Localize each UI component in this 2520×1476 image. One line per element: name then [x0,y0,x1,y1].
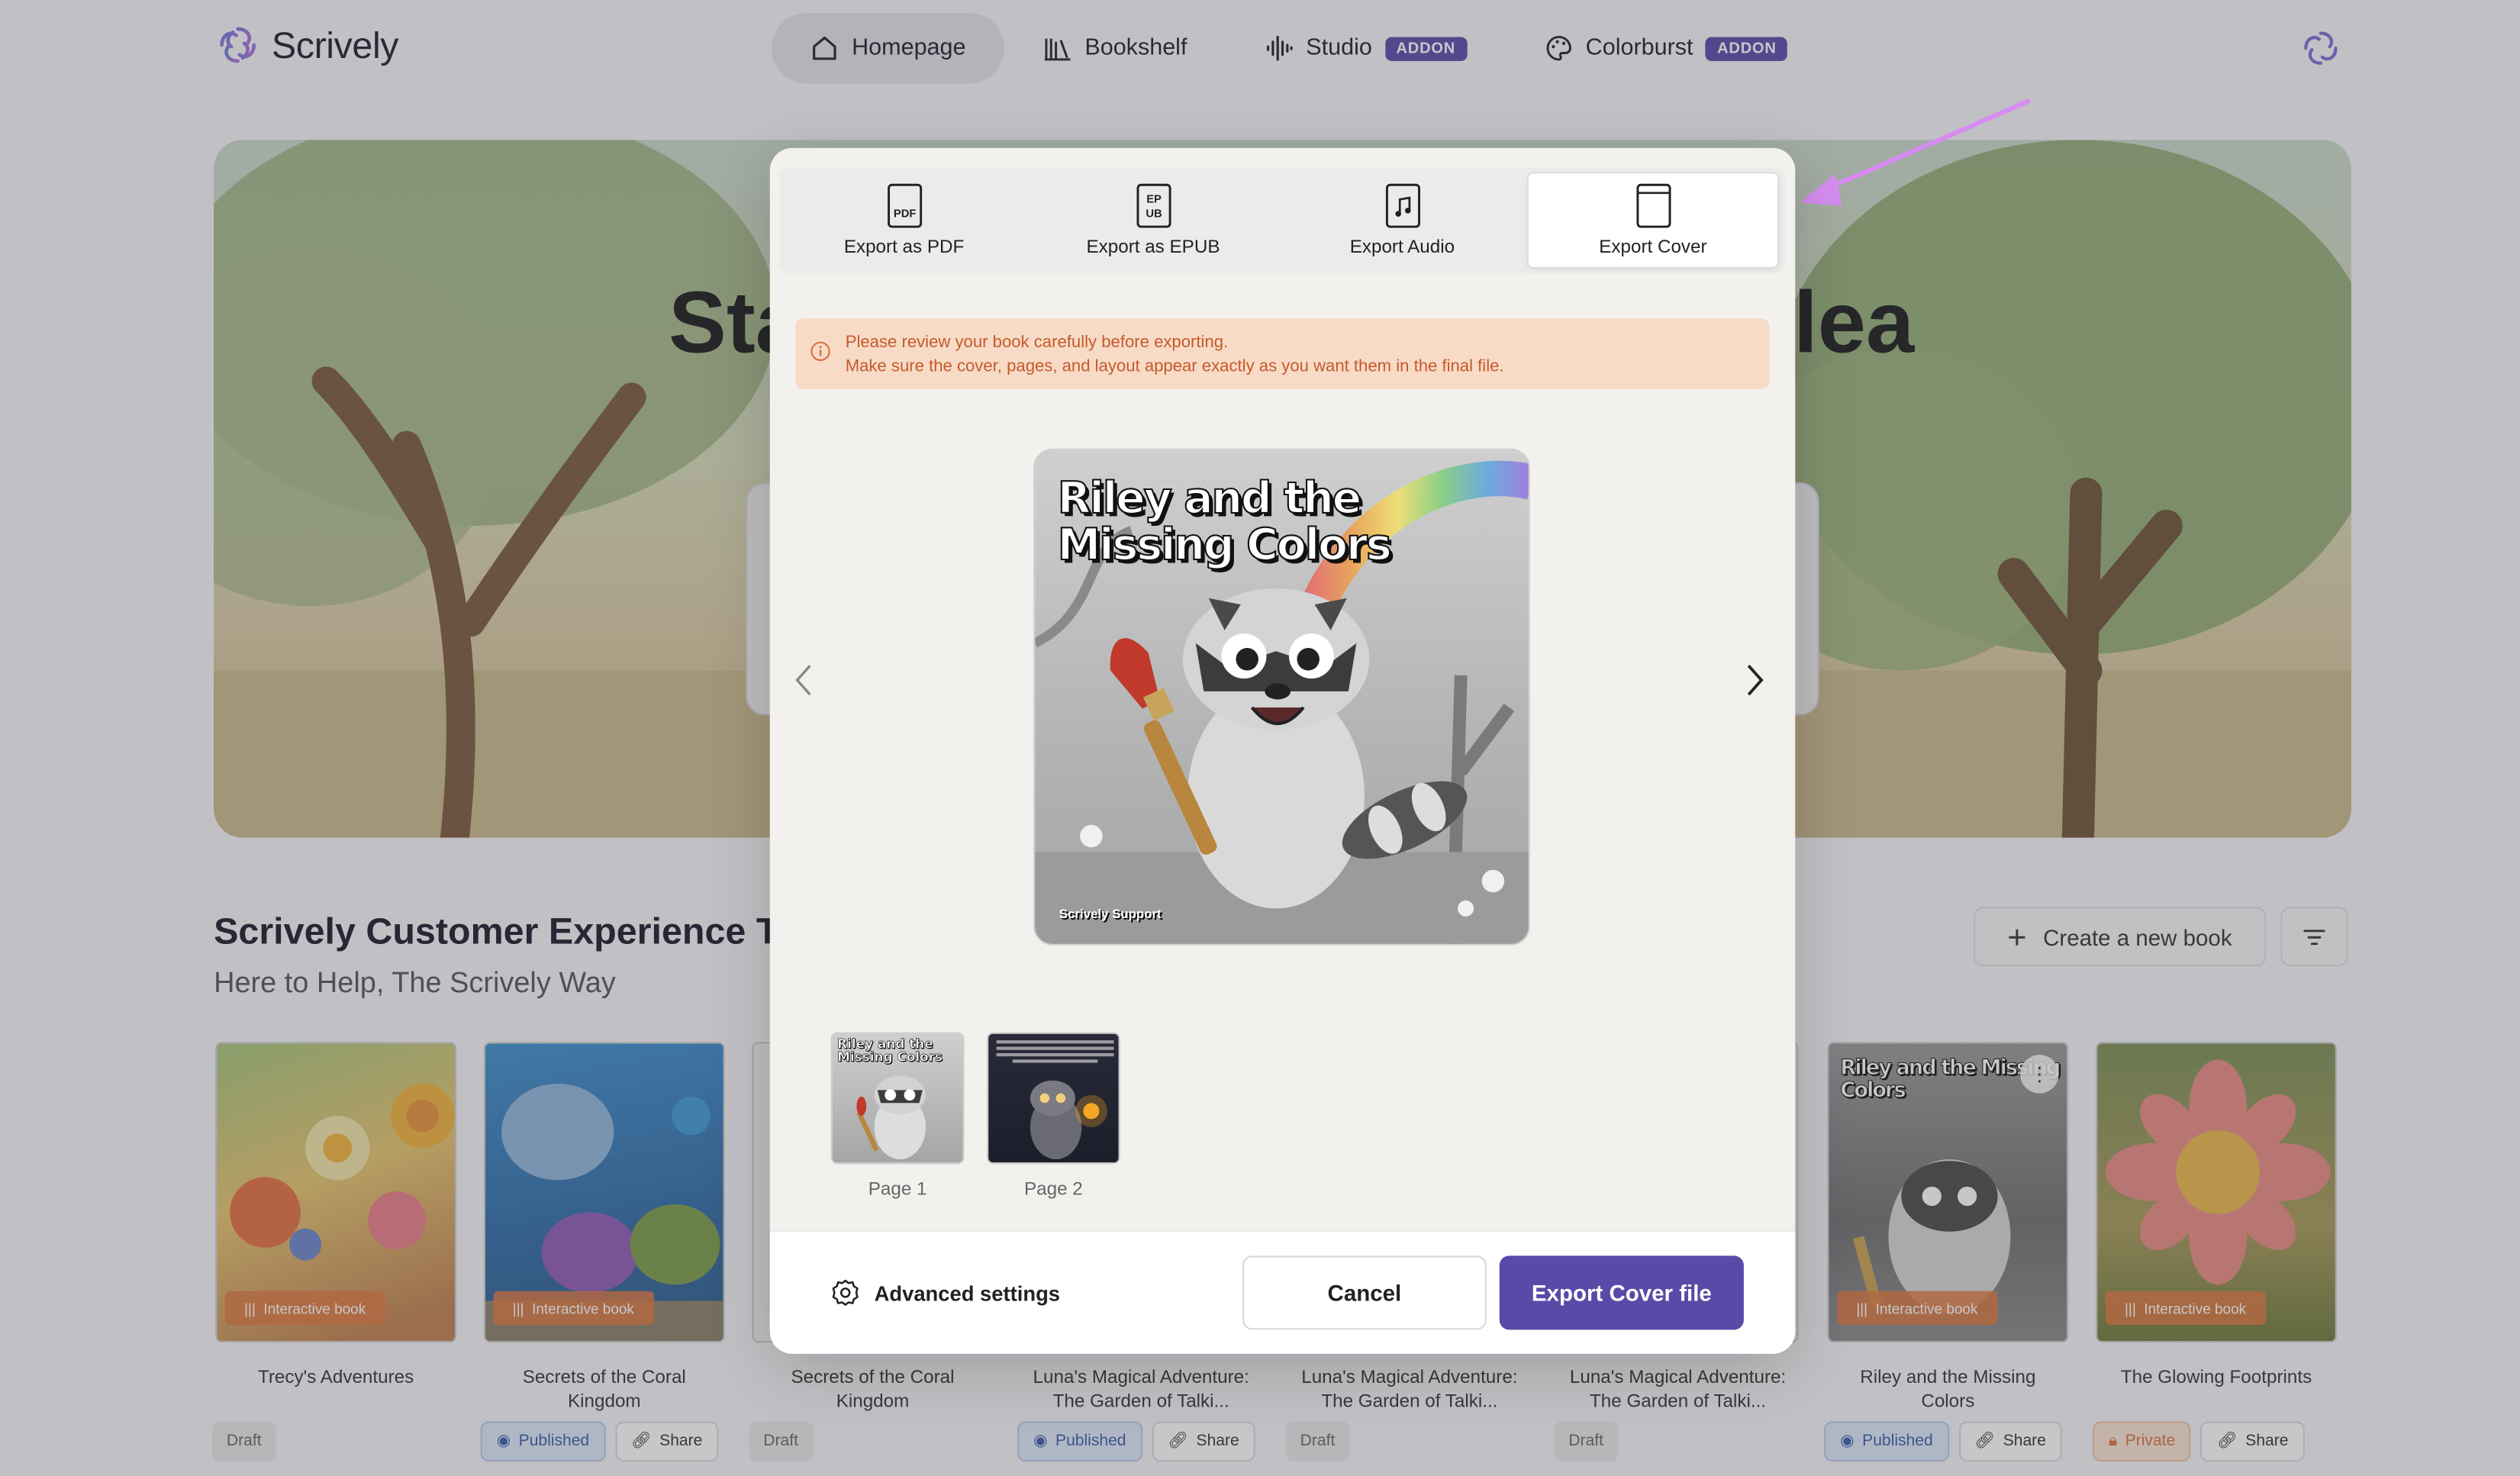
tab-export-epub[interactable]: EP UB Export as EPUB [1029,167,1278,273]
export-cover-button[interactable]: Export Cover file [1499,1255,1744,1330]
svg-text:EP: EP [1146,193,1161,205]
thumbnail-art [996,1040,1114,1160]
epub-file-icon: EP UB [1136,183,1171,228]
tab-export-cover[interactable]: Export Cover [1526,172,1780,269]
tab-export-pdf-label: Export as PDF [843,237,965,258]
advanced-settings-label: Advanced settings [874,1281,1061,1305]
tab-export-epub-label: Export as EPUB [1086,237,1220,258]
page-thumbnails: Riley and the Missing Colors Page 1 Page… [830,1032,1120,1200]
alert-line-2: Make sure the cover, pages, and layout a… [845,356,1504,376]
pdf-file-icon: PDF [887,183,922,228]
cover-preview: Riley and the Missing Colors Scrively Su… [1033,448,1530,946]
previous-page-arrow[interactable] [792,662,814,706]
svg-text:UB: UB [1145,208,1161,220]
thumbnail-image: Riley and the Missing Colors [830,1032,965,1165]
cancel-button[interactable]: Cancel [1242,1255,1487,1330]
tab-export-pdf[interactable]: PDF Export as PDF [779,167,1028,273]
advanced-settings-button[interactable]: Advanced settings [831,1278,1060,1307]
thumbnail-label: Page 1 [868,1180,927,1200]
tab-export-audio[interactable]: Export Audio [1278,167,1526,273]
modal-footer: Advanced settings Cancel Export Cover fi… [769,1229,1796,1354]
export-tabs: PDF Export as PDF EP UB Export as EPUB Ex… [779,167,1786,274]
thumbnail-label: Page 2 [1024,1180,1083,1200]
chevron-right-icon [1747,664,1764,696]
tab-export-cover-label: Export Cover [1599,237,1707,258]
cover-preview-title: Riley and the Missing Colors [1057,474,1393,571]
cover-file-icon [1635,183,1671,228]
review-alert: Please review your book carefully before… [795,318,1770,389]
chevron-left-icon [795,665,811,696]
svg-text:PDF: PDF [893,208,915,220]
thumbnail-page-1[interactable]: Riley and the Missing Colors Page 1 [830,1032,965,1200]
thumbnail-page-2[interactable]: Page 2 [987,1032,1120,1200]
export-modal: PDF Export as PDF EP UB Export as EPUB Ex… [769,147,1796,1354]
next-page-arrow[interactable] [1744,662,1766,706]
thumbnail-image [987,1032,1120,1165]
info-icon [810,341,830,361]
thumbnail-title: Riley and the Missing Colors [837,1036,943,1065]
tab-export-audio-label: Export Audio [1349,237,1455,258]
alert-line-1: Please review your book carefully before… [845,333,1229,353]
gear-icon [832,1279,859,1306]
page: Scrively Homepage Bookshelf Studio ADDON… [0,0,2520,1476]
cover-preview-author: Scrively Support [1059,907,1162,922]
audio-file-icon [1384,183,1420,228]
pointer-arrow-icon [1800,98,2031,206]
